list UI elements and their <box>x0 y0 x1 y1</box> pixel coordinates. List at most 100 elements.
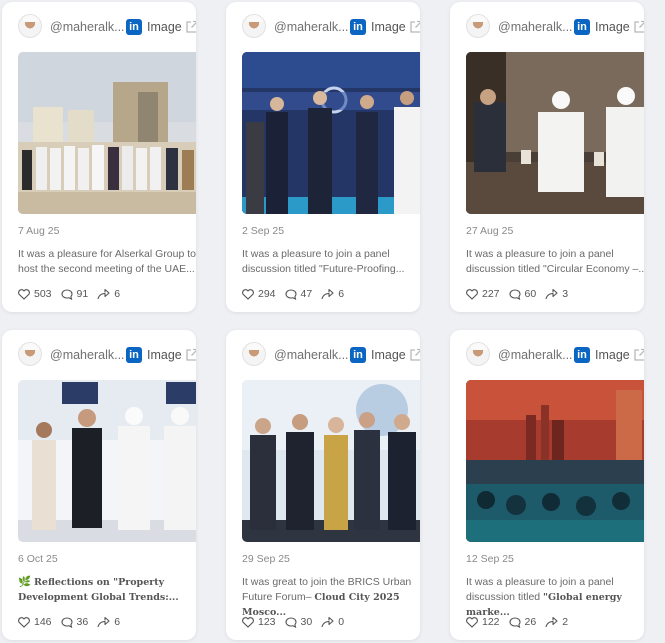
avatar[interactable] <box>242 14 266 38</box>
post-description-line: host the second meeting of the UAE... <box>18 262 195 275</box>
likes-count: 146 <box>34 616 52 628</box>
shares-stat[interactable]: 6 <box>97 616 120 628</box>
comments-stat[interactable]: 26 <box>508 616 536 628</box>
avatar[interactable] <box>18 14 42 38</box>
linkedin-icon: in <box>350 347 366 363</box>
post-type-label: Image <box>371 348 406 362</box>
post-stats: 146 36 6 <box>18 615 129 629</box>
comments-stat[interactable]: 36 <box>60 616 89 628</box>
post-type-label: Image <box>147 348 182 362</box>
author-handle[interactable]: @maheralk... <box>274 20 349 34</box>
heart-icon <box>18 288 30 300</box>
likes-stat[interactable]: 503 <box>18 288 52 300</box>
post-description-line: discussion titled <box>466 590 541 603</box>
heart-icon <box>242 616 254 628</box>
shares-count: 0 <box>338 616 345 628</box>
post-image[interactable] <box>242 380 420 542</box>
post-description[interactable]: It was a pleasure to join a panel discus… <box>242 247 420 276</box>
external-link-icon[interactable] <box>633 348 644 362</box>
linkedin-icon: in <box>574 347 590 363</box>
post-card[interactable]: @maheralk... in Image <box>226 2 420 312</box>
likes-stat[interactable]: 146 <box>18 616 52 628</box>
comments-count: 91 <box>76 288 89 300</box>
comments-count: 47 <box>300 288 313 300</box>
likes-stat[interactable]: 227 <box>466 288 500 300</box>
post-type-label: Image <box>595 20 630 34</box>
comment-icon <box>508 288 521 300</box>
card-header: @maheralk... in Image <box>2 340 196 370</box>
share-icon <box>97 616 110 627</box>
post-image[interactable] <box>18 52 196 214</box>
post-image[interactable] <box>242 52 420 214</box>
post-description[interactable]: 🌿 Reflections on "Property Development G… <box>18 575 196 605</box>
likes-count: 227 <box>482 288 500 300</box>
share-icon <box>97 288 110 299</box>
heart-icon <box>466 288 478 300</box>
post-description-line: Reflections on "Property <box>34 577 165 588</box>
author-handle[interactable]: @maheralk... <box>50 348 125 362</box>
external-link-icon[interactable] <box>633 20 644 34</box>
post-stats: 123 30 0 <box>242 615 353 629</box>
share-icon <box>545 616 558 627</box>
post-image[interactable] <box>18 380 196 542</box>
post-card[interactable]: @maheralk... in Image <box>450 330 644 640</box>
comments-stat[interactable]: 60 <box>508 288 536 300</box>
comments-stat[interactable]: 47 <box>284 288 313 300</box>
post-description-line: It was great to join the BRICS Urban <box>242 576 412 588</box>
post-description[interactable]: It was great to join the BRICS Urban Fut… <box>242 575 420 621</box>
post-image[interactable] <box>466 380 644 542</box>
post-grid: @maheralk... in Image 7 Aug 25 It was a … <box>0 0 665 643</box>
likes-stat[interactable]: 294 <box>242 288 276 300</box>
shares-stat[interactable]: 3 <box>545 288 568 300</box>
external-link-icon[interactable] <box>185 20 196 34</box>
external-link-icon[interactable] <box>409 348 420 362</box>
shares-stat[interactable]: 6 <box>97 288 120 300</box>
likes-count: 294 <box>258 288 276 300</box>
comments-stat[interactable]: 30 <box>284 616 312 628</box>
post-date: 12 Sep 25 <box>466 553 514 565</box>
avatar[interactable] <box>466 14 490 38</box>
share-icon <box>321 616 334 627</box>
post-card[interactable]: @maheralk... in Image 6 Oct 25 🌿 Reflect… <box>2 330 196 640</box>
post-description[interactable]: It was a pleasure to join a panel discus… <box>466 247 644 276</box>
post-date: 2 Sep 25 <box>242 225 285 237</box>
author-handle[interactable]: @maheralk... <box>498 348 573 362</box>
card-header: @maheralk... in Image <box>2 12 196 42</box>
post-card[interactable]: @maheralk... in Image <box>2 2 196 312</box>
author-handle[interactable]: @maheralk... <box>274 348 349 362</box>
shares-count: 6 <box>338 288 345 300</box>
avatar[interactable] <box>466 342 490 366</box>
post-card[interactable]: @maheralk... in Image <box>226 330 420 640</box>
likes-stat[interactable]: 123 <box>242 616 276 628</box>
post-description-line: Future Forum– <box>242 590 312 603</box>
comment-icon <box>60 616 73 628</box>
external-link-icon[interactable] <box>409 20 420 34</box>
post-description[interactable]: It was a pleasure to join a panel discus… <box>466 575 644 621</box>
author-handle[interactable]: @maheralk... <box>50 20 125 34</box>
post-date: 27 Aug 25 <box>466 225 514 237</box>
post-card[interactable]: @maheralk... in Image 27 Aug 25 It was a… <box>450 2 644 312</box>
comments-stat[interactable]: 91 <box>60 288 89 300</box>
post-description[interactable]: It was a pleasure for Alserkal Group to … <box>18 247 196 276</box>
author-handle[interactable]: @maheralk... <box>498 20 573 34</box>
avatar[interactable] <box>18 342 42 366</box>
shares-stat[interactable]: 2 <box>545 616 568 628</box>
shares-count: 6 <box>114 288 121 300</box>
linkedin-icon: in <box>126 347 142 363</box>
post-description-line: Development Global Trends:... <box>18 591 179 603</box>
post-date: 29 Sep 25 <box>242 553 290 565</box>
post-description-line: It was a pleasure to join a panel <box>242 248 390 260</box>
likes-stat[interactable]: 122 <box>466 616 500 628</box>
comments-count: 36 <box>76 616 89 628</box>
post-description-line: It was a pleasure to join a panel <box>466 248 614 260</box>
post-image[interactable] <box>466 52 644 214</box>
external-link-icon[interactable] <box>185 348 196 362</box>
card-header: @maheralk... in Image <box>226 340 420 370</box>
shares-stat[interactable]: 0 <box>321 616 344 628</box>
post-type-label: Image <box>595 348 630 362</box>
shares-stat[interactable]: 6 <box>321 288 344 300</box>
avatar[interactable] <box>242 342 266 366</box>
post-stats: 294 47 6 <box>242 287 353 301</box>
post-description-line: It was a pleasure to join a panel <box>466 576 614 588</box>
shares-count: 2 <box>562 616 569 628</box>
